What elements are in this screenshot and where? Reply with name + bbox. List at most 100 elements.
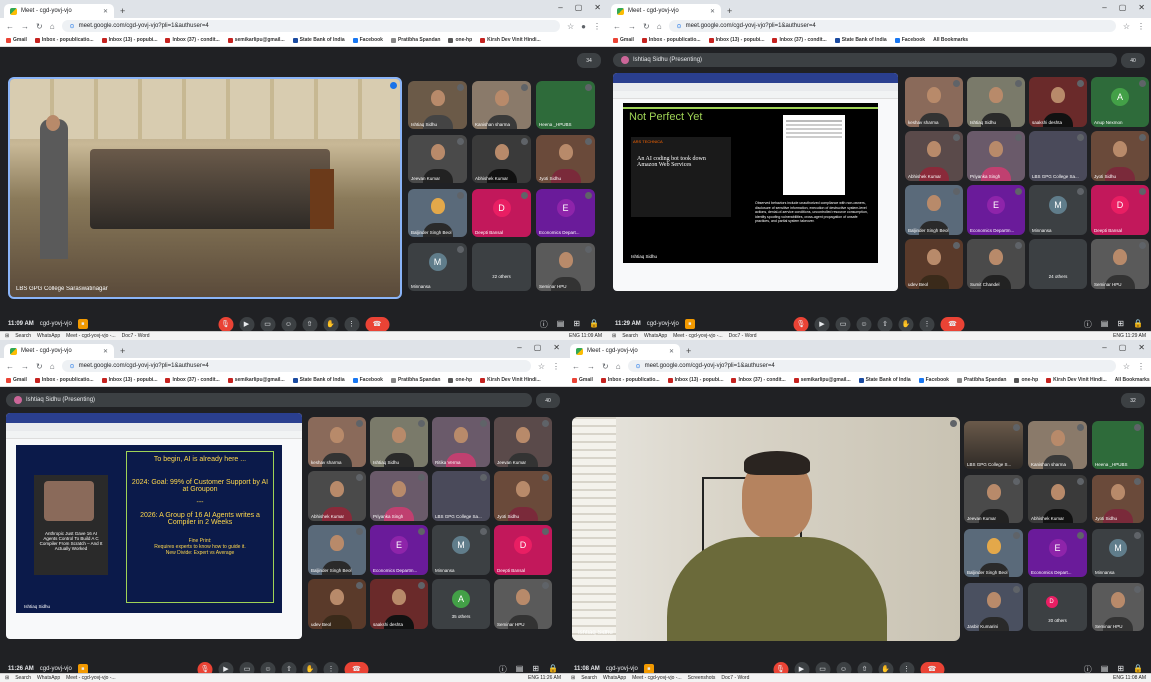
participant-tile[interactable]: A 35 others [432,579,490,629]
bookmark-gmail[interactable]: Gmail [613,37,634,43]
participant-tile[interactable]: E Economics Depart... [1028,529,1087,577]
chat-icon[interactable]: ▤ [1101,319,1109,330]
people-count-button[interactable]: 40 [1121,53,1145,68]
mic-toggle-button[interactable]: 🎙 [218,316,233,332]
taskbar-app[interactable]: WhatsApp [603,675,626,681]
taskbar-app[interactable]: Meet - cgd-yovj-vjo -... [66,675,115,681]
close-tab-icon[interactable]: ✕ [103,348,108,355]
host-controls-icon[interactable]: 🔒 [589,319,599,330]
bookmark-semikarlipu[interactable]: semikarlipu@gmail... [227,37,285,43]
maximize-button[interactable]: ▢ [1119,343,1127,352]
participant-tile[interactable]: LBS GPG College Sa... [432,471,490,521]
shared-screen[interactable]: Not Perfect Yet ARS TECHNICA An AI codin… [613,73,898,291]
bookmark-inbox-2[interactable]: Inbox (13) - popubi... [101,37,157,43]
bookmark-inbox-2[interactable]: Inbox (13) - popubi... [101,377,157,383]
chat-icon[interactable]: ▤ [557,319,565,330]
participant-tile[interactable]: M Minnansa [432,525,490,575]
new-tab-button[interactable]: + [727,4,732,18]
bookmark-pratibha[interactable]: Pratibha Spandan [956,377,1006,383]
close-window-button[interactable]: ✕ [1138,3,1145,12]
bookmark-kirsh[interactable]: Kirsh Dev Vinit Hindi... [480,37,541,43]
participant-tile[interactable]: saakshi deshta [1029,77,1087,127]
others-tile[interactable]: D 20 others [1028,583,1087,631]
participant-tile[interactable]: Heena _HPUBS [1092,421,1144,469]
participant-tile[interactable]: Jyoti Sidhu [536,135,595,183]
bookmark-sbi[interactable]: State Bank of India [292,377,345,383]
taskbar-app[interactable]: Doc7 - Word [721,675,749,681]
bookmark-facebook[interactable]: Facebook [918,377,949,383]
menu-icon[interactable]: ⋮ [552,362,560,371]
bookmark-all[interactable]: All Bookmarks [933,37,968,43]
back-icon[interactable]: ← [6,362,14,371]
end-call-button[interactable]: ☎ [365,316,389,332]
taskbar-app[interactable]: Doc7 - Word [729,333,757,339]
present-button[interactable]: ⇧ [302,316,317,332]
bookmark-inbox-1[interactable]: Inbox - popublicatio... [34,377,94,383]
back-icon[interactable]: ← [613,22,621,31]
mic-toggle-button[interactable]: 🎙 [793,316,809,332]
participant-tile[interactable]: E Economics Departm... [967,185,1025,235]
participant-tile[interactable]: Jyoti Sidhu [494,471,552,521]
home-icon[interactable]: ⌂ [50,22,55,31]
participant-tile[interactable]: Seminar HPU [1091,239,1149,289]
bookmark-inbox-1[interactable]: Inbox - popublicatio... [641,37,701,43]
bookmark-star-icon[interactable]: ☆ [1123,362,1130,371]
participant-tile[interactable]: keshav sharma [308,417,366,467]
captions-button[interactable]: ▭ [260,316,275,332]
bookmark-facebook[interactable]: Facebook [894,37,925,43]
menu-icon[interactable]: ⋮ [1137,22,1145,31]
participant-tile[interactable]: Sumit Chandel [967,239,1025,289]
participant-tile[interactable]: Priyanka Singh [967,131,1025,181]
participant-tile[interactable]: Seminar HPU [494,579,552,629]
participant-tile[interactable]: Kanishan sharma [1028,421,1087,469]
participant-tile[interactable]: Seminar HPU [536,243,595,291]
profile-icon[interactable]: ● [581,22,586,31]
bookmark-star-icon[interactable]: ☆ [1123,22,1130,31]
taskbar-app[interactable]: Meet - cgd-yovj-vjo -... [632,675,681,681]
url-field[interactable]: ⊙ meet.google.com/cgd-yovj-vjo?pli=1&auth… [61,20,560,32]
site-info-icon[interactable]: ⊙ [677,23,682,30]
participant-tile[interactable]: Jyoti Sidhu [1091,131,1149,181]
taskbar-search[interactable]: Search [15,675,31,681]
bookmark-one-hp[interactable]: one-hp [448,377,472,383]
camera-toggle-button[interactable]: ▶ [814,316,830,332]
bookmark-inbox-1[interactable]: Inbox - popublicatio... [34,37,94,43]
participant-tile[interactable]: Abhishek Kumar [472,135,531,183]
close-tab-icon[interactable]: ✕ [669,348,674,355]
close-window-button[interactable]: ✕ [553,343,560,352]
shared-screen[interactable]: Anthropic Just Gave 16 AI Agents Control… [6,413,302,639]
reload-icon[interactable]: ↻ [36,22,43,31]
taskbar-app[interactable]: WhatsApp [37,333,60,339]
menu-icon[interactable]: ⋮ [1137,362,1145,371]
participant-tile[interactable]: udev Beol [905,239,963,289]
taskbar-app[interactable]: WhatsApp [644,333,667,339]
more-options-button[interactable]: ⋮ [919,316,935,332]
new-tab-button[interactable]: + [120,4,125,18]
maximize-button[interactable]: ▢ [575,3,583,12]
start-icon[interactable]: ⊞ [571,675,575,681]
participant-tile[interactable]: udev Beol [308,579,366,629]
reload-icon[interactable]: ↻ [36,362,43,371]
minimize-button[interactable]: – [1102,343,1106,352]
emoji-button[interactable]: ☺ [281,316,296,332]
info-icon[interactable]: ⓘ [540,319,548,330]
site-info-icon[interactable]: ⊙ [70,363,75,370]
activities-icon[interactable]: ⊞ [1117,319,1124,330]
emoji-button[interactable]: ☺ [856,316,872,332]
home-icon[interactable]: ⌂ [616,362,621,371]
camera-toggle-button[interactable]: ▶ [239,316,254,332]
bookmark-pratibha[interactable]: Pratibha Spandan [390,37,440,43]
participant-tile[interactable]: Priyanka Singh [370,471,428,521]
captions-button[interactable]: ▭ [835,316,851,332]
new-tab-button[interactable]: + [120,344,125,358]
bookmark-inbox-1[interactable]: Inbox - popublicatio... [600,377,660,383]
bookmark-gmail[interactable]: Gmail [6,377,27,383]
participant-tile[interactable]: Abhishek Kumar [905,131,963,181]
url-field[interactable]: ⊙ meet.google.com/cgd-yovj-vjo?pli=1&auth… [668,20,1116,32]
browser-tab[interactable]: Meet - cgd-yovj-vjo ✕ [4,344,114,358]
forward-icon[interactable]: → [628,22,636,31]
participant-tile[interactable]: Kanishan sharma [472,81,531,129]
participant-tile[interactable]: D Deepti Bansal [1091,185,1149,235]
participant-tile[interactable]: Jyoti Sidhu [1092,475,1144,523]
raise-hand-button[interactable]: ✋ [898,316,914,332]
